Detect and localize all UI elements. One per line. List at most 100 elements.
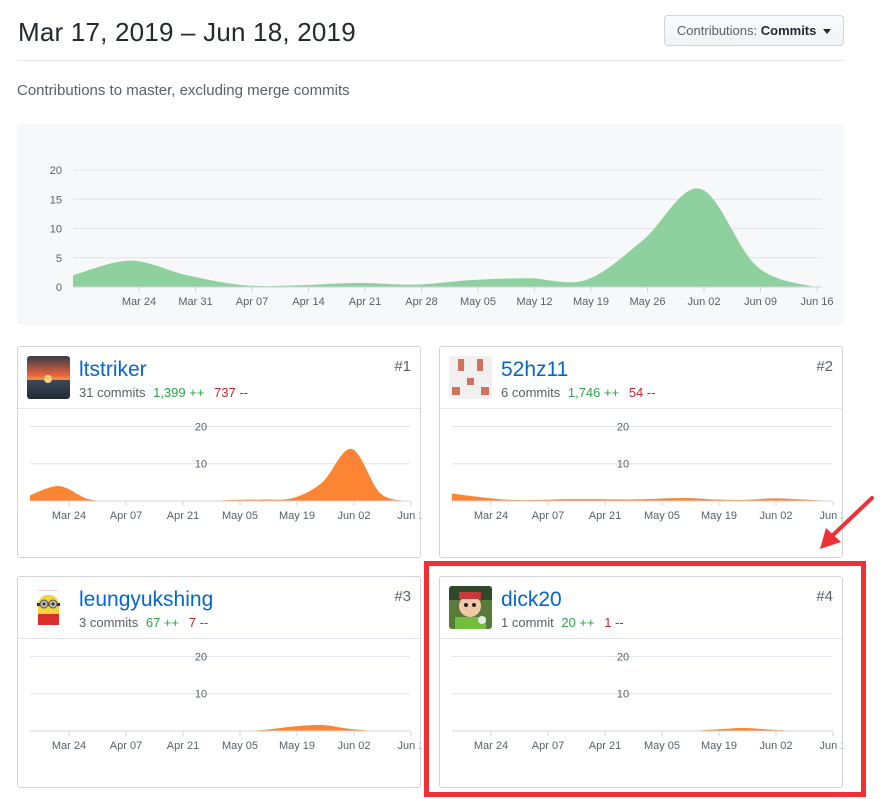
caret-down-icon (823, 29, 831, 35)
contributor-card-3: ~~~~~~~~~ leungyukshing #3 3 commits 67 … (17, 576, 421, 788)
y-tick-label: 15 (50, 194, 62, 206)
deletions-count: 7 -- (188, 615, 209, 630)
x-tick-label: May 19 (573, 296, 609, 308)
svg-text:~~~~~~~~~: ~~~~~~~~~ (37, 588, 59, 593)
x-tick-label: May 05 (460, 296, 496, 308)
data-area (30, 724, 410, 732)
card-header: 52hz11 #2 6 commits 1,746 ++ 54 -- (440, 347, 842, 409)
select-prefix: Contributions: (676, 23, 758, 38)
contributor-graph: 10 20 Mar 24 Apr 07 Apr 21 May 05 May 19 Jun 02… (18, 639, 420, 787)
y-tick-label: 20 (195, 651, 207, 663)
select-value: Commits (760, 23, 817, 38)
x-tick-label: May 19 (701, 740, 737, 752)
data-area (30, 448, 410, 502)
contributor-card-1: ltstriker #1 31 commits 1,399 ++ 737 -- … (17, 346, 421, 558)
avatar-cartoon[interactable] (449, 586, 492, 629)
card-header: ltstriker #1 31 commits 1,399 ++ 737 -- (18, 347, 420, 409)
contributor-stats: 1 commit 20 ++ 1 -- (501, 615, 624, 630)
y-tick-label: 10 (50, 224, 62, 236)
x-tick-label: May 19 (279, 740, 315, 752)
x-tick-label: Mar 24 (122, 296, 156, 308)
x-tick-label: Apr 07 (532, 740, 564, 752)
x-tick-label: May 19 (701, 510, 737, 522)
contributor-card-2: 52hz11 #2 6 commits 1,746 ++ 54 -- 10 20 M… (439, 346, 843, 558)
contributions-select[interactable]: Contributions: Commits (663, 15, 844, 46)
contributions-subtitle: Contributions to master, excluding merge… (17, 82, 350, 99)
commit-count[interactable]: 1 commit (501, 615, 554, 630)
y-tick-label: 0 (56, 282, 62, 294)
contributor-graph-svg: 10 20 Mar 24 Apr 07 Apr 21 May 05 May 19 Jun 02… (452, 421, 842, 522)
y-tick-label: 10 (617, 689, 629, 701)
y-tick-label: 10 (617, 459, 629, 471)
x-tick-label: May 05 (644, 740, 680, 752)
x-tick-label: Apr 07 (110, 740, 142, 752)
y-tick-label: 20 (50, 165, 62, 177)
contributor-graph: 10 20 Mar 24 Apr 07 Apr 21 May 05 May 19 Jun 02… (440, 639, 842, 787)
deletions-count: 1 -- (604, 615, 624, 630)
contributor-graph-svg: 10 20 Mar 24 Apr 07 Apr 21 May 05 May 19 Jun 02… (452, 651, 842, 752)
x-tick-label: Jun 02 (759, 740, 792, 752)
contributor-rank: #3 (394, 588, 411, 605)
contributor-username[interactable]: 52hz11 (501, 358, 568, 382)
contributor-card-4: dick20 #4 1 commit 20 ++ 1 -- 10 20 Mar 24… (439, 576, 843, 788)
contributor-username[interactable]: leungyukshing (79, 588, 213, 612)
x-tick-label: Jun 09 (744, 296, 777, 308)
x-tick-label: Mar 24 (474, 510, 508, 522)
x-tick-label: Apr 21 (589, 740, 621, 752)
y-tick-label: 5 (56, 253, 62, 265)
x-tick-label: May 19 (279, 510, 315, 522)
additions-count: 1,746 ++ (567, 385, 620, 400)
x-tick-label: Apr 21 (349, 296, 381, 308)
x-tick-label: Apr 07 (236, 296, 268, 308)
additions-count: 20 ++ (561, 615, 595, 630)
additions-count: 67 ++ (145, 615, 180, 630)
x-tick-label: Jun 1 (398, 510, 420, 522)
cartoon-avatar-image (449, 586, 492, 629)
contributor-graph: 10 20 Mar 24 Apr 07 Apr 21 May 05 May 19 Jun 02… (440, 409, 842, 557)
contributor-username[interactable]: dick20 (501, 588, 562, 612)
y-tick-label: 10 (195, 689, 207, 701)
data-area (452, 493, 832, 501)
contributor-graph: 10 20 Mar 24 Apr 07 Apr 21 May 05 May 19 Jun 02… (18, 409, 420, 557)
main-contributions-graph: 0 5 10 15 20 Mar 24 Mar 31 Apr 07 Apr 14 Apr 21 Ap… (17, 124, 844, 325)
x-tick-label: Apr 28 (405, 296, 437, 308)
page-header: Mar 17, 2019 – Jun 18, 2019 Contribution… (17, 0, 844, 61)
commit-count[interactable]: 3 commits (79, 615, 138, 630)
avatar-minion[interactable]: ~~~~~~~~~ (27, 586, 70, 629)
x-tick-label: Jun 16 (800, 296, 833, 308)
commit-count[interactable]: 6 commits (501, 385, 560, 400)
contributor-rank: #1 (394, 358, 411, 375)
y-tick-label: 20 (195, 421, 207, 433)
y-tick-label: 20 (617, 421, 629, 433)
data-area (73, 188, 814, 287)
minion-avatar-image: ~~~~~~~~~ (27, 586, 70, 629)
x-tick-label: Mar 31 (178, 296, 212, 308)
avatar-sunset[interactable] (27, 356, 70, 399)
x-tick-label: Jun 02 (759, 510, 792, 522)
x-tick-label: Jun 02 (337, 510, 370, 522)
date-range-title: Mar 17, 2019 – Jun 18, 2019 (18, 17, 356, 47)
x-tick-label: May 12 (516, 296, 552, 308)
contributor-stats: 31 commits 1,399 ++ 737 -- (79, 385, 248, 400)
x-tick-label: May 05 (222, 510, 258, 522)
x-tick-label: Mar 24 (52, 510, 86, 522)
sunset-avatar-image (27, 356, 70, 399)
x-tick-label: Apr 21 (589, 510, 621, 522)
x-tick-label: Mar 24 (474, 740, 508, 752)
x-tick-label: May 26 (629, 296, 665, 308)
additions-count: 1,399 ++ (153, 385, 205, 400)
avatar-identicon[interactable] (449, 356, 492, 399)
contributor-stats: 3 commits 67 ++ 7 -- (79, 615, 208, 630)
identicon-avatar-image (449, 356, 492, 399)
x-tick-label: Mar 24 (52, 740, 86, 752)
x-tick-label: Apr 21 (167, 510, 199, 522)
y-tick-label: 20 (617, 651, 629, 663)
x-tick-label: Jun 02 (687, 296, 720, 308)
x-tick-label: Jun 1 (398, 740, 420, 752)
commit-count[interactable]: 31 commits (79, 385, 145, 400)
x-tick-label: Apr 14 (292, 296, 324, 308)
contributor-username[interactable]: ltstriker (79, 358, 147, 382)
x-tick-label: Apr 07 (532, 510, 564, 522)
y-tick-label: 10 (195, 459, 207, 471)
x-tick-label: Apr 07 (110, 510, 142, 522)
